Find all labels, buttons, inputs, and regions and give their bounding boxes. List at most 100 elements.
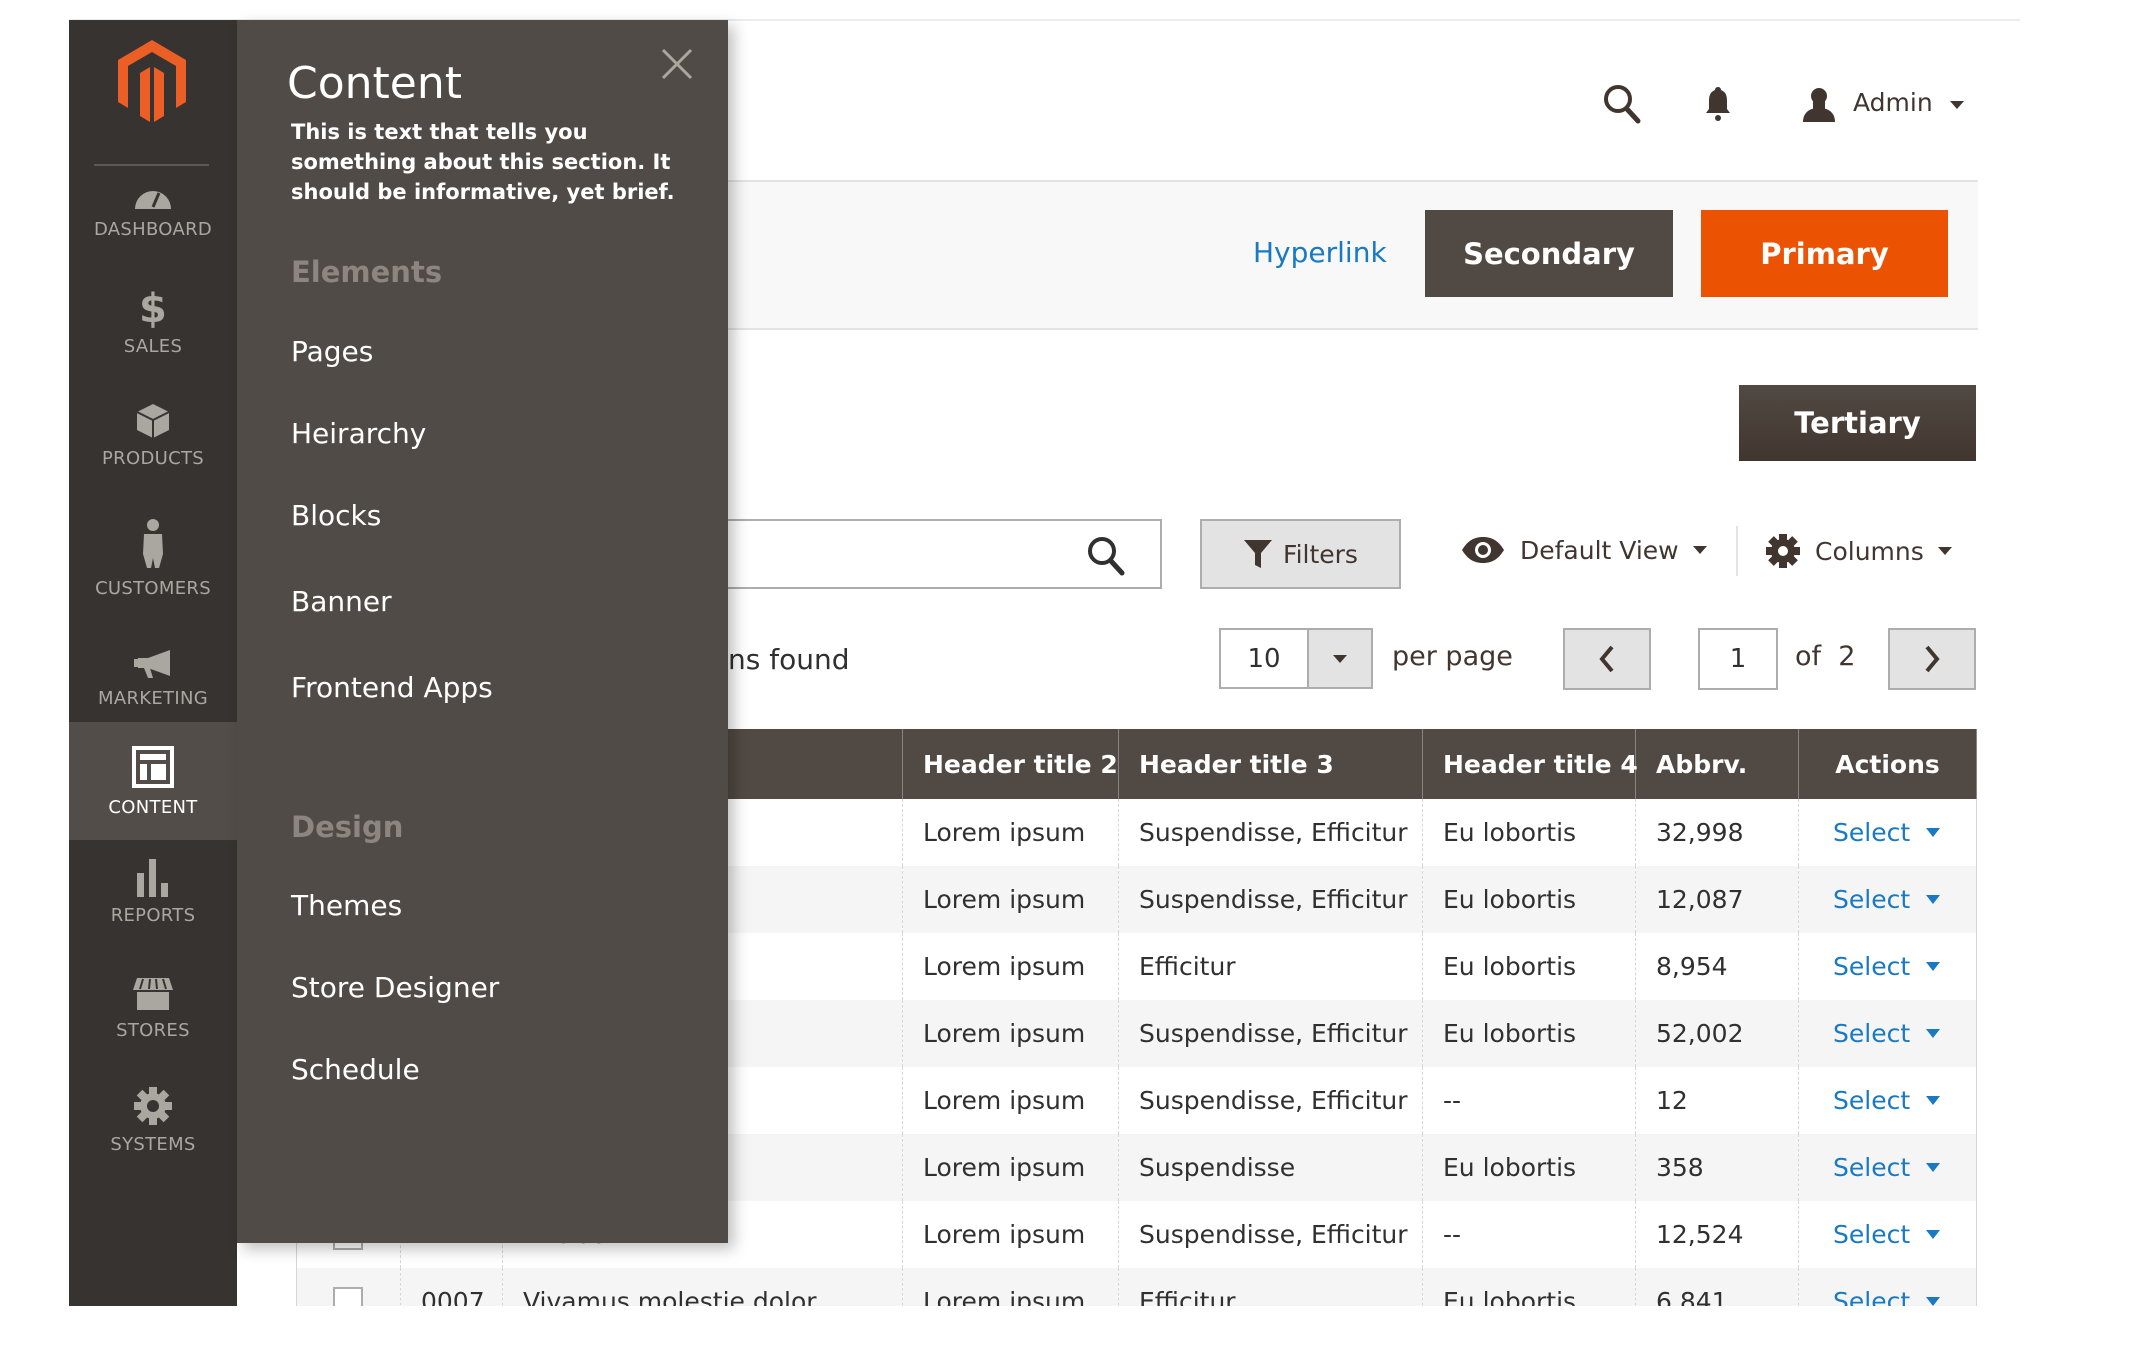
row-title-4: Eu lobortis	[1422, 799, 1636, 866]
row-action[interactable]: Select	[1798, 1268, 1977, 1306]
row-title-4: --	[1422, 1201, 1636, 1268]
flyout-item-heirarchy[interactable]: Heirarchy	[291, 417, 426, 450]
select-action-link[interactable]: Select	[1833, 1019, 1941, 1048]
primary-button[interactable]: Primary	[1701, 210, 1948, 297]
hyperlink[interactable]: Hyperlink	[1253, 236, 1387, 269]
row-action[interactable]: Select	[1798, 1000, 1977, 1067]
sidebar-item-label: STORES	[116, 1019, 190, 1041]
sidebar-item-reports[interactable]: REPORTS	[69, 841, 237, 941]
row-title-2: Lorem ipsum	[902, 799, 1119, 866]
magento-logo-icon[interactable]	[116, 40, 188, 126]
per-page-toggle[interactable]	[1309, 630, 1371, 687]
row-title-3: Suspendisse, Efficitur	[1118, 1201, 1423, 1268]
secondary-button[interactable]: Secondary	[1425, 210, 1673, 297]
sidebar-item-content[interactable]: CONTENT	[69, 722, 237, 840]
megaphone-icon	[132, 648, 174, 680]
global-search-icon[interactable]	[1600, 82, 1644, 126]
columns-selector[interactable]: Columns	[1765, 533, 1952, 569]
row-title-4: Eu lobortis	[1422, 1268, 1636, 1306]
row-action[interactable]: Select	[1798, 1067, 1977, 1134]
sidebar-item-label: DASHBOARD	[93, 218, 213, 240]
grid-search-input[interactable]	[690, 519, 1162, 589]
chevron-down-icon	[1926, 1029, 1941, 1038]
per-page-select[interactable]: 10	[1219, 628, 1373, 689]
row-abbrv: 12,524	[1635, 1201, 1799, 1268]
select-action-link[interactable]: Select	[1833, 1153, 1941, 1182]
row-action[interactable]: Select	[1798, 866, 1977, 933]
row-action[interactable]: Select	[1798, 799, 1977, 866]
sidebar-item-label: SALES	[123, 335, 183, 357]
sidebar-item-stores[interactable]: STORES	[69, 958, 237, 1058]
flyout-section-heading: Elements	[291, 255, 443, 289]
bar-chart-icon	[133, 857, 173, 897]
select-label: Select	[1833, 952, 1911, 981]
view-selector[interactable]: Default View	[1460, 535, 1707, 565]
tertiary-button[interactable]: Tertiary	[1739, 385, 1976, 461]
row-title-2: Lorem ipsum	[902, 1134, 1119, 1201]
user-name[interactable]: Admin	[1853, 88, 1933, 117]
sidebar-item-label: MARKETING	[98, 687, 208, 709]
gear-icon	[133, 1086, 173, 1126]
previous-page-button[interactable]	[1563, 628, 1651, 690]
select-label: Select	[1833, 1019, 1911, 1048]
user-icon[interactable]	[1799, 84, 1839, 124]
header-title-3[interactable]: Header title 3	[1118, 729, 1423, 799]
select-action-link[interactable]: Select	[1833, 952, 1941, 981]
select-label: Select	[1833, 1287, 1911, 1306]
sidebar-item-label: PRODUCTS	[102, 447, 204, 469]
flyout-item-pages[interactable]: Pages	[291, 335, 373, 368]
row-abbrv: 32,998	[1635, 799, 1799, 866]
filters-button[interactable]: Filters	[1200, 519, 1401, 589]
sidebar-item-label: CUSTOMERS	[95, 577, 211, 599]
row-select-checkbox[interactable]	[333, 1287, 363, 1306]
row-title-3: Suspendisse, Efficitur	[1118, 866, 1423, 933]
row-action[interactable]: Select	[1798, 933, 1977, 1000]
flyout-item-store-designer[interactable]: Store Designer	[291, 971, 499, 1004]
dashboard-icon	[133, 181, 173, 211]
search-icon[interactable]	[1086, 535, 1126, 581]
page-count: of 2	[1795, 641, 1855, 672]
row-action[interactable]: Select	[1798, 1134, 1977, 1201]
next-page-button[interactable]	[1888, 628, 1976, 690]
chevron-right-icon	[1925, 645, 1940, 673]
funnel-icon	[1244, 540, 1273, 568]
select-action-link[interactable]: Select	[1833, 1287, 1941, 1306]
select-label: Select	[1833, 885, 1911, 914]
flyout-item-frontend-apps[interactable]: Frontend Apps	[291, 671, 493, 704]
select-action-link[interactable]: Select	[1833, 818, 1941, 847]
flyout-item-banner[interactable]: Banner	[291, 585, 392, 618]
sidebar-item-systems[interactable]: SYSTEMS	[69, 1070, 237, 1170]
row-title-2: Lorem ipsum	[902, 933, 1119, 1000]
filters-label: Filters	[1283, 539, 1358, 569]
bell-icon[interactable]	[1702, 84, 1734, 124]
row-abbrv: 12	[1635, 1067, 1799, 1134]
columns-label: Columns	[1815, 536, 1924, 566]
sidebar-item-products[interactable]: PRODUCTS	[69, 385, 237, 485]
row-action[interactable]: Select	[1798, 1201, 1977, 1268]
flyout-item-themes[interactable]: Themes	[291, 889, 402, 922]
flyout-item-schedule[interactable]: Schedule	[291, 1053, 420, 1086]
user-menu-caret-icon[interactable]	[1950, 101, 1964, 109]
row-title-4: Eu lobortis	[1422, 933, 1636, 1000]
box-icon	[135, 402, 171, 440]
sidebar-item-sales[interactable]: $ SALES	[69, 272, 237, 372]
person-icon	[139, 518, 167, 570]
page-number-input[interactable]: 1	[1698, 628, 1778, 690]
sidebar-item-marketing[interactable]: MARKETING	[69, 628, 237, 728]
select-action-link[interactable]: Select	[1833, 885, 1941, 914]
chevron-down-icon	[1692, 546, 1707, 554]
sidebar-item-dashboard[interactable]: DASHBOARD	[69, 160, 237, 260]
sidebar-item-label: REPORTS	[110, 904, 196, 926]
admin-page: Admin Hyperlink Secondary Primary Tertia…	[0, 0, 2138, 1306]
chevron-down-icon	[1333, 654, 1347, 663]
header-abbrv[interactable]: Abbrv.	[1635, 729, 1799, 799]
flyout-item-blocks[interactable]: Blocks	[291, 499, 381, 532]
row-checkbox[interactable]	[296, 1268, 401, 1306]
sidebar-item-customers[interactable]: CUSTOMERS	[69, 503, 237, 613]
row-title-1: Vivamus molestie dolor	[502, 1268, 903, 1306]
select-action-link[interactable]: Select	[1833, 1086, 1941, 1115]
select-action-link[interactable]: Select	[1833, 1220, 1941, 1249]
header-title-2[interactable]: Header title 2	[902, 729, 1119, 799]
header-title-4[interactable]: Header title 4	[1422, 729, 1638, 799]
close-icon[interactable]	[657, 44, 697, 84]
